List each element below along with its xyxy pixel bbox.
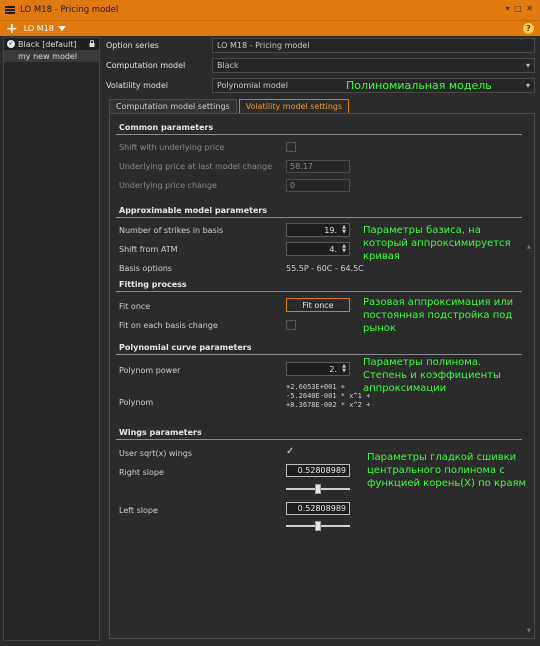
sidebar-item-black-default[interactable]: ✓ Black [default]: [4, 38, 99, 50]
tab-computation-model-settings[interactable]: Computation model settings: [109, 99, 237, 113]
fit-once-button[interactable]: Fit once: [286, 298, 350, 312]
annotation-line: Параметры базиса, на: [363, 225, 481, 236]
spin-arrows-icon[interactable]: ▲ ▼: [340, 225, 348, 235]
divider: [116, 134, 522, 135]
right-slope-field[interactable]: 0.52808989: [286, 464, 350, 477]
left-slope-label: Left slope: [119, 506, 158, 515]
polynom-line: +2.6053E+001 +: [286, 383, 346, 391]
annotation-line: кривая: [363, 251, 400, 262]
help-icon[interactable]: ?: [523, 23, 534, 34]
approximable-parameters-heading: Approximable model parameters: [119, 206, 268, 215]
divider: [116, 354, 522, 355]
model-list-sidebar: ✓ Black [default] my new model: [3, 37, 100, 641]
option-series-field[interactable]: LO M18 - Pricing model: [212, 38, 535, 53]
fit-each-basis-checkbox[interactable]: [286, 320, 296, 330]
left-slope-field[interactable]: 0.52808989: [286, 502, 350, 515]
fit-once-label: Fit once: [119, 302, 151, 311]
sidebar-item-label: Black [default]: [18, 39, 77, 49]
common-parameters-heading: Common parameters: [119, 123, 214, 132]
scroll-down-icon[interactable]: ▼: [527, 628, 531, 634]
computation-model-row: Computation model Black: [103, 57, 535, 74]
window-controls[interactable]: ▾ □ ✕: [506, 4, 534, 13]
polynom-power-stepper[interactable]: 2. ▲ ▼: [286, 362, 350, 376]
left-slope-slider[interactable]: [286, 521, 350, 531]
option-series-label: Option series: [106, 41, 159, 50]
strikes-in-basis-label: Number of strikes in basis: [119, 226, 224, 235]
spin-arrows-icon[interactable]: ▲ ▼: [340, 244, 348, 254]
annotation-line: рынок: [363, 323, 396, 334]
sidebar-item-my-new-model[interactable]: my new model: [4, 50, 99, 62]
volatility-model-label: Volatility model: [106, 81, 168, 90]
polynom-power-label: Polynom power: [119, 366, 181, 375]
polynom-line: +8.3678E-002 * x^2 +: [286, 401, 371, 409]
chevron-down-icon[interactable]: [57, 26, 66, 31]
option-series-row: Option series LO M18 - Pricing model: [103, 37, 535, 54]
divider: [116, 439, 522, 440]
spin-arrows-icon[interactable]: ▲ ▼: [340, 364, 348, 374]
polynom-coefficients: +2.6053E+001 + -5.2640E-001 * x^1 + +8.3…: [286, 383, 370, 410]
right-slope-slider[interactable]: [286, 484, 350, 494]
annotation-line: постоянная подстройка под: [363, 310, 513, 321]
polynom-line: -5.2640E-001 * x^1 +: [286, 392, 371, 400]
annotation-line: который аппроксимируется: [363, 238, 511, 249]
polynom-label: Polynom: [119, 398, 154, 407]
shift-from-atm-stepper[interactable]: 4. ▲ ▼: [286, 242, 350, 256]
panel-scrollbar[interactable]: ▲ ▼: [527, 244, 532, 634]
annotation-polynom: Параметры полинома. Степень и коэффициен…: [363, 356, 501, 395]
slider-thumb[interactable]: [315, 484, 321, 494]
divider: [116, 291, 522, 292]
divider: [116, 217, 522, 218]
menu-icon[interactable]: [5, 6, 15, 14]
main-area: Option series LO M18 - Pricing model Com…: [103, 37, 537, 641]
annotation-polynomial-model: Полиномиальная модель: [346, 79, 492, 92]
basis-options-label: Basis options: [119, 264, 172, 273]
right-slope-label: Right slope: [119, 468, 164, 477]
window-title: LO M18 - Pricing model: [20, 5, 119, 15]
model-name-dropdown[interactable]: LO M18: [24, 24, 54, 33]
polynom-power-value: 2.: [329, 364, 337, 374]
polynomial-parameters-heading: Polynomial curve parameters: [119, 343, 252, 352]
basis-options-value: 55.5P - 60C - 64.5C: [286, 264, 364, 273]
slider-thumb[interactable]: [315, 521, 321, 531]
annotation-line: Параметры гладкой сшивки: [367, 452, 517, 463]
computation-model-label: Computation model: [106, 61, 186, 70]
annotation-line: функцией корень(X) по краям: [367, 478, 527, 489]
sidebar-item-label: my new model: [18, 51, 78, 61]
sqrt-wings-label: User sqrt(x) wings: [119, 449, 193, 458]
annotation-line: центрального полинома с: [367, 465, 505, 476]
toolbar: + LO M18 ?: [0, 20, 540, 36]
annotation-line: Параметры полинома.: [363, 357, 482, 368]
underlying-price-field[interactable]: 58.17: [286, 160, 350, 173]
computation-model-select[interactable]: Black: [212, 58, 535, 73]
title-bar: LO M18 - Pricing model ▾ □ ✕: [0, 0, 540, 20]
fitting-process-heading: Fitting process: [119, 280, 187, 289]
annotation-line: Разовая аппроксимация или: [363, 297, 514, 308]
underlying-price-label: Underlying price at last model change: [119, 162, 272, 171]
shift-from-atm-label: Shift from ATM: [119, 245, 178, 254]
annotation-fitting: Разовая аппроксимация или постоянная под…: [363, 296, 513, 335]
shift-with-underlying-label: Shift with underlying price: [119, 143, 225, 152]
scroll-up-icon[interactable]: ▲: [527, 244, 531, 250]
fit-each-basis-label: Fit on each basis change: [119, 321, 218, 330]
annotation-line: Степень и коэффициенты: [363, 370, 501, 381]
tab-volatility-model-settings[interactable]: Volatility model settings: [238, 99, 350, 113]
check-circle-icon: ✓: [7, 40, 15, 48]
settings-tabs: Computation model settings Volatility mo…: [109, 99, 351, 113]
annotation-line: аппроксимации: [363, 383, 447, 394]
underlying-price-change-label: Underlying price change: [119, 181, 217, 190]
annotation-wings: Параметры гладкой сшивки центрального по…: [367, 451, 526, 490]
sqrt-wings-checkbox[interactable]: ✓: [286, 447, 296, 457]
annotation-basis-parameters: Параметры базиса, на который аппроксимир…: [363, 224, 511, 263]
strikes-in-basis-stepper[interactable]: 19. ▲ ▼: [286, 223, 350, 237]
underlying-price-change-field[interactable]: 0: [286, 179, 350, 192]
shift-from-atm-value: 4.: [329, 244, 337, 254]
wings-parameters-heading: Wings parameters: [119, 428, 202, 437]
strikes-in-basis-value: 19.: [324, 225, 337, 235]
shift-with-underlying-checkbox[interactable]: [286, 142, 296, 152]
lock-icon: [89, 40, 95, 47]
add-model-button[interactable]: +: [6, 22, 18, 36]
